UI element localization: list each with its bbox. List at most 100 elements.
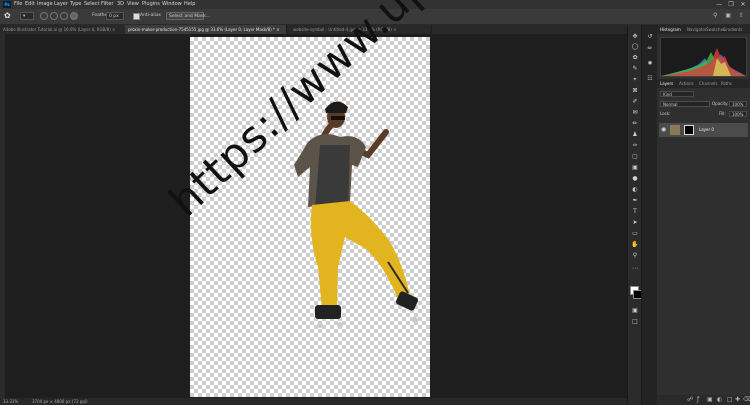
status-bar: 33.33% 3704 px × 4800 px (72 ppi) [0,398,627,405]
crop-tool-icon[interactable]: ⌖ [631,76,639,83]
lock-label: Lock: [660,111,671,116]
restore-icon[interactable]: ❐ [726,0,736,9]
fx-icon[interactable]: ƒ [697,395,699,405]
add-mask-icon[interactable]: ▣ [707,395,713,405]
adjustment-layer-icon[interactable]: ◐ [717,395,722,405]
add-selection-icon[interactable] [50,12,58,20]
layer-name: Layer 0 [699,127,714,132]
tab-illustrator-tutorial[interactable]: Adobe Illustrator Tutorial.ai @ 16.6% (L… [0,25,126,34]
intersect-selection-icon[interactable] [70,12,78,20]
histogram-curves [661,48,746,76]
marquee-tool-icon[interactable]: ◯ [631,43,639,50]
histogram-panel-tabs: Histogram Navigator Swatches Gradients [657,25,750,34]
path-selection-icon[interactable]: ➤ [631,219,639,226]
fill-input[interactable]: 100% [729,111,747,117]
feather-input[interactable]: 0 px [106,12,124,20]
tool-presets-icon[interactable]: ✸ [646,60,654,67]
menu-help[interactable]: Help [184,0,195,9]
brush-tool-icon[interactable]: ✏ [631,120,639,127]
new-selection-icon[interactable] [40,12,48,20]
tab-navigator[interactable]: Navigator [687,25,707,34]
properties-panel-icon[interactable]: ☷ [646,75,654,82]
layers-footer: ☍ ƒ ▣ ◐ □ ✚ ⌫ [657,395,750,405]
tab-layers[interactable]: Layers [660,79,673,88]
photoshop-logo: Ps [3,1,11,8]
share-icon[interactable]: ⇧ [739,12,744,19]
new-group-icon[interactable]: □ [727,395,733,405]
opacity-input[interactable]: 100% [729,101,747,107]
pen-tool-icon[interactable]: ✒ [631,197,639,204]
menu-window[interactable]: Window [162,0,182,9]
document-size-readout: 3704 px × 4800 px (72 ppi) [32,399,88,404]
dodge-tool-icon[interactable]: ◐ [631,186,639,193]
right-panels: Histogram Navigator Swatches Gradients L… [657,25,750,405]
quick-selection-icon[interactable]: ✎ [631,65,639,72]
history-panel-icon[interactable]: ↺ [646,33,654,40]
type-tool-icon[interactable]: T [631,208,639,215]
eyedropper-icon[interactable]: ✐ [631,98,639,105]
menu-image[interactable]: Image [37,0,53,9]
subtract-selection-icon[interactable] [60,12,68,20]
blur-tool-icon[interactable]: ● [631,175,639,182]
histogram-graph [660,37,747,77]
layers-panel-tabs: Layers Actions Channels Paths [657,79,750,88]
layer-row[interactable]: ◉ Layer 0 [659,123,748,137]
document-tab-bar: Adobe Illustrator Tutorial.ai @ 16.6% (L… [0,25,627,34]
healing-brush-icon[interactable]: ✉ [631,109,639,116]
brush-settings-icon[interactable]: ✏ [646,45,654,52]
frame-tool-icon[interactable]: ⊠ [631,87,639,94]
eye-icon[interactable]: ◉ [661,123,666,137]
fill-label: Fill: [719,111,726,116]
antialias-label: Anti-alias [140,13,161,18]
quick-mask-icon[interactable]: ▣ [631,307,639,314]
eraser-tool-icon[interactable]: ▢ [631,153,639,160]
gradient-tool-icon[interactable]: ▣ [631,164,639,171]
rectangle-tool-icon[interactable]: ▭ [631,230,639,237]
move-tool-icon[interactable]: ✥ [631,33,639,40]
new-layer-icon[interactable]: ✚ [735,395,740,405]
lasso-tool-icon[interactable]: ✿ [4,11,14,21]
tab-histogram[interactable]: Histogram [660,25,681,34]
options-right-icons: ⚲ ▣ ⇧ [707,12,744,19]
menu-filter[interactable]: Filter [101,0,113,9]
layer-filter-kind[interactable]: Kind [660,91,694,97]
window-controls: — ❐ ✕ [714,0,748,9]
layer-thumbnail [670,125,680,135]
antialias-checkbox[interactable] [133,13,140,20]
tab-active-document[interactable]: proxin-maker-production-7545155.jpg @ 33… [125,25,287,34]
menu-3d[interactable]: 3D [117,0,124,9]
tab-paths[interactable]: Paths [721,79,732,88]
link-layers-icon[interactable]: ☍ [687,395,693,405]
opacity-label: Opacity: [712,101,729,106]
lasso-tool-icon[interactable]: ✿ [631,54,639,61]
tool-preset-picker[interactable]: ▾ [20,12,34,20]
more-tools-icon[interactable]: ⋯ [631,265,639,272]
screen-mode-icon[interactable]: □ [631,318,639,325]
tab-channels[interactable]: Channels [699,79,718,88]
tab-actions[interactable]: Actions [679,79,694,88]
history-brush-icon[interactable]: ✑ [631,142,639,149]
blend-mode-select[interactable]: Normal [660,101,710,107]
zoom-tool-icon[interactable]: ⚲ [631,252,639,259]
workspace-icon[interactable]: ▣ [725,12,731,19]
tab-gradients[interactable]: Gradients [723,25,743,34]
close-icon[interactable]: ✕ [738,0,748,9]
menu-select[interactable]: Select [84,0,99,9]
layer-mask-thumbnail[interactable] [684,125,694,135]
search-icon[interactable]: ⚲ [713,12,717,19]
left-edge-strip [0,34,5,398]
menu-edit[interactable]: Edit [25,0,35,9]
tools-panel: ✥ ◯ ✿ ✎ ⌖ ⊠ ✐ ✉ ✏ ♟ ✑ ▢ ▣ ● ◐ ✒ T ➤ ▭ ✋ … [627,25,642,405]
menu-view[interactable]: View [127,0,139,9]
menu-plugins[interactable]: Plugins [142,0,160,9]
menu-file[interactable]: File [14,0,22,9]
clone-stamp-icon[interactable]: ♟ [631,131,639,138]
delete-layer-icon[interactable]: ⌫ [743,395,750,405]
minimize-icon[interactable]: — [714,0,724,9]
select-and-mask-button[interactable]: Select and Mask... [166,12,210,20]
zoom-readout[interactable]: 33.33% [3,398,18,405]
panel-dock: ↺ ✏ ✸ ☷ [641,25,658,405]
menu-type[interactable]: Type [70,0,81,9]
menu-layer[interactable]: Layer [54,0,68,9]
hand-tool-icon[interactable]: ✋ [631,241,639,248]
